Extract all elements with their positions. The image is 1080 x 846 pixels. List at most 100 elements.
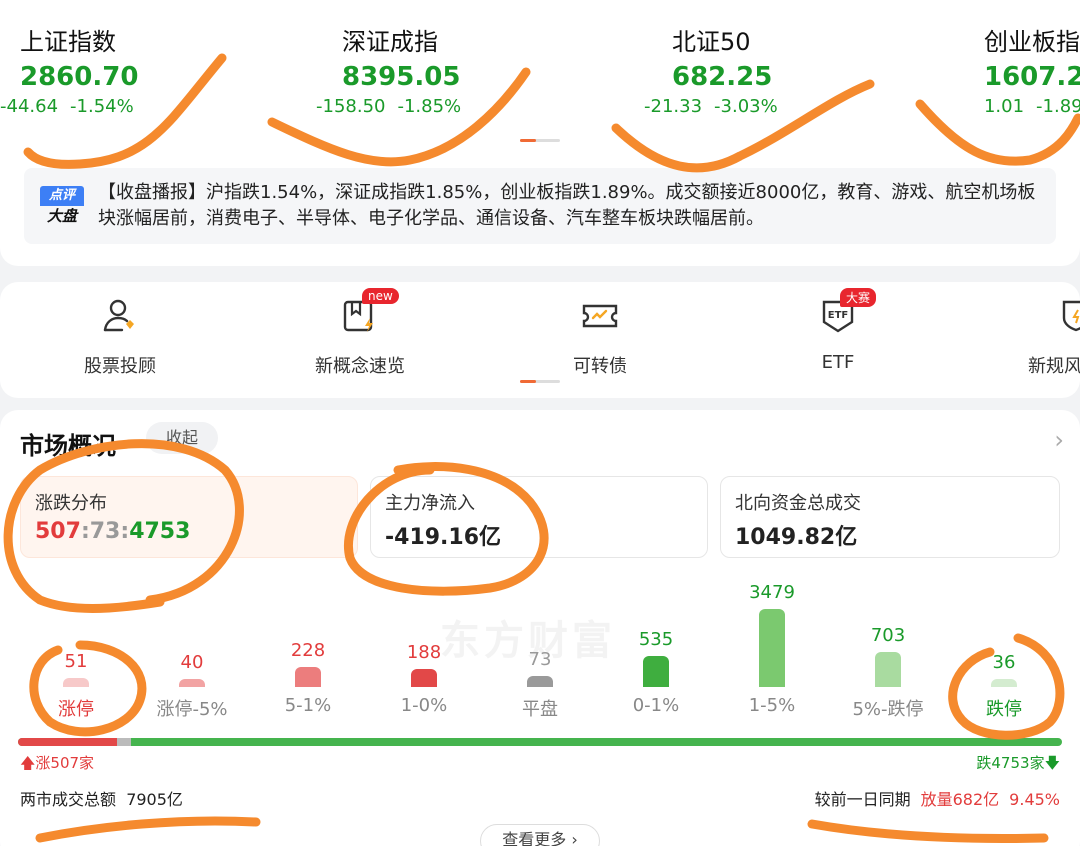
arrow-down-icon: 🡇 xyxy=(1044,754,1060,772)
ratio-flat-segment xyxy=(117,738,131,746)
nav-item-concept[interactable]: new 新概念速览 xyxy=(280,288,440,378)
index-card: 上证指数 2860.70 -44.64 -1.54% 深证成指 8395.05 -… xyxy=(0,0,1080,266)
nav-item-convertible-bond[interactable]: 可转债 xyxy=(520,296,680,378)
index-chinext[interactable]: 创业板指 1607.29 -31.01 -1.89% xyxy=(984,26,1080,117)
index-beijing50[interactable]: 北证50 682.25 -21.33 -3.03% xyxy=(644,26,932,117)
distribution-count: 188 xyxy=(406,642,442,663)
down-total: 跌4753家🡇 xyxy=(976,752,1060,778)
distribution-label: 0-1% xyxy=(632,695,680,716)
index-shenzhen[interactable]: 深证成指 8395.05 -158.50 -1.85% xyxy=(316,26,602,117)
index-shanghai[interactable]: 上证指数 2860.70 -44.64 -1.54% xyxy=(0,26,280,117)
distribution-column[interactable]: 535 0-1% xyxy=(598,629,714,716)
updown-distribution-card[interactable]: 涨跌分布 507:73:4753 xyxy=(20,476,358,558)
distribution-bar xyxy=(875,652,901,687)
nav-item-new-rules[interactable]: 新规风 xyxy=(1000,296,1080,378)
arrow-up-icon: 🡅 xyxy=(20,754,36,772)
up-total-label: 涨507家 xyxy=(35,754,95,772)
nav-label: 新规风 xyxy=(1028,356,1080,377)
index-value: 1607.29 xyxy=(984,62,1080,92)
badge-bottom-text: 大盘 xyxy=(46,207,77,225)
updown-ratio: 507:73:4753 xyxy=(35,519,190,544)
index-change-row: -21.33 -3.03% xyxy=(644,96,932,117)
distribution-column[interactable]: 36 跌停 xyxy=(946,652,1062,721)
collapse-button[interactable]: 收起 xyxy=(146,422,218,454)
chevron-right-icon[interactable]: › xyxy=(1054,426,1064,454)
index-change-pct: -1.89% xyxy=(1036,96,1080,117)
distribution-column[interactable]: 3479 1-5% xyxy=(714,582,830,716)
compare-volume: 放量682亿 xyxy=(920,790,1000,809)
market-news-banner[interactable]: 点评 大盘 【收盘播报】沪指跌1.54%，深证成指跌1.85%，创业板指跌1.8… xyxy=(24,168,1056,244)
up-total: 🡅涨507家 xyxy=(20,752,94,778)
distribution-count: 51 xyxy=(64,651,88,672)
distribution-count: 40 xyxy=(180,652,204,673)
down-total-label: 跌4753家 xyxy=(976,754,1045,772)
index-change-pct: -1.54% xyxy=(70,96,134,117)
index-name: 创业板指 xyxy=(984,28,1080,56)
turnover-value: 7905亿 xyxy=(126,790,183,809)
index-change-pct: -3.03% xyxy=(714,96,778,117)
concept-book-icon: new xyxy=(340,288,399,336)
news-text: 【收盘播报】沪指跌1.54%，深证成指跌1.85%，创业板指跌1.89%。成交额… xyxy=(98,182,1036,229)
down-count: 4753 xyxy=(129,519,191,544)
distribution-column[interactable]: 188 1-0% xyxy=(366,642,482,716)
index-name: 上证指数 xyxy=(20,28,116,56)
view-more-button[interactable]: 查看更多 › xyxy=(480,824,600,846)
distribution-label: 5%-跌停 xyxy=(852,699,924,720)
index-value: 682.25 xyxy=(672,62,773,92)
turnover: 两市成交总额 7905亿 xyxy=(20,786,183,810)
distribution-column[interactable]: 703 5%-跌停 xyxy=(830,625,946,721)
compare-pct: 9.45% xyxy=(1009,790,1060,809)
distribution-bar xyxy=(411,669,437,687)
nav-label: 新概念速览 xyxy=(315,356,405,377)
distribution-label: 1-5% xyxy=(748,695,796,716)
index-page-indicator xyxy=(520,139,560,142)
distribution-bar xyxy=(295,667,321,687)
index-change-row: -44.64 -1.54% xyxy=(0,96,280,117)
net-inflow-card[interactable]: 主力净流入 -419.16亿 xyxy=(370,476,708,558)
compare-label: 较前一日同期 xyxy=(814,790,911,809)
updown-ratio-bar xyxy=(18,738,1062,746)
distribution-count: 36 xyxy=(992,652,1016,673)
up-count: 507 xyxy=(35,519,81,544)
index-change: -21.33 xyxy=(644,96,703,117)
distribution-column[interactable]: 51 涨停 xyxy=(18,651,134,721)
distribution-count: 3479 xyxy=(749,582,795,603)
nav-item-etf[interactable]: ETF 大赛 ETF xyxy=(758,288,918,373)
distribution-label: 5-1% xyxy=(284,695,332,716)
new-badge: new xyxy=(362,288,399,304)
distribution-column[interactable]: 73 平盘 xyxy=(482,649,598,721)
nav-page-indicator xyxy=(520,380,560,383)
stat-label: 主力净流入 xyxy=(385,493,475,514)
distribution-bar xyxy=(643,656,669,687)
distribution-column[interactable]: 228 5-1% xyxy=(250,640,366,716)
distribution-label: 涨停 xyxy=(58,699,94,720)
view-more-label: 查看更多 xyxy=(502,830,567,846)
distribution-label: 涨停-5% xyxy=(156,699,228,720)
nav-label: ETF xyxy=(821,352,855,373)
northbound-value: 1049.82亿 xyxy=(735,525,858,550)
stat-label: 北向资金总成交 xyxy=(735,493,861,514)
market-overview-card: 市场概况 收起 › 涨跌分布 507:73:4753 主力净流入 -419.16… xyxy=(0,410,1080,846)
index-change: -44.64 xyxy=(0,96,59,117)
distribution-bar xyxy=(63,678,89,687)
distribution-count: 228 xyxy=(290,640,326,661)
convertible-bond-icon xyxy=(580,296,620,336)
index-change: -158.50 xyxy=(316,96,386,117)
ratio-up-segment xyxy=(18,738,117,746)
dianping-dapan-badge: 点评 大盘 xyxy=(40,186,84,226)
northbound-card[interactable]: 北向资金总成交 1049.82亿 xyxy=(720,476,1060,558)
distribution-count: 73 xyxy=(528,649,552,670)
flat-count: 73 xyxy=(89,519,121,544)
distribution-label: 平盘 xyxy=(522,699,558,720)
distribution-bar xyxy=(759,609,785,687)
distribution-column[interactable]: 40 涨停-5% xyxy=(134,652,250,721)
distribution-count: 535 xyxy=(638,629,674,650)
distribution-label: 跌停 xyxy=(986,699,1022,720)
index-name: 北证50 xyxy=(672,28,751,56)
nav-item-advisor[interactable]: 股票投顾 xyxy=(40,296,200,378)
etf-icon: ETF 大赛 xyxy=(818,288,877,336)
advisor-icon xyxy=(100,296,140,336)
distribution-count: 703 xyxy=(870,625,906,646)
turnover-label: 两市成交总额 xyxy=(20,790,117,809)
net-inflow-value: -419.16亿 xyxy=(385,525,502,550)
